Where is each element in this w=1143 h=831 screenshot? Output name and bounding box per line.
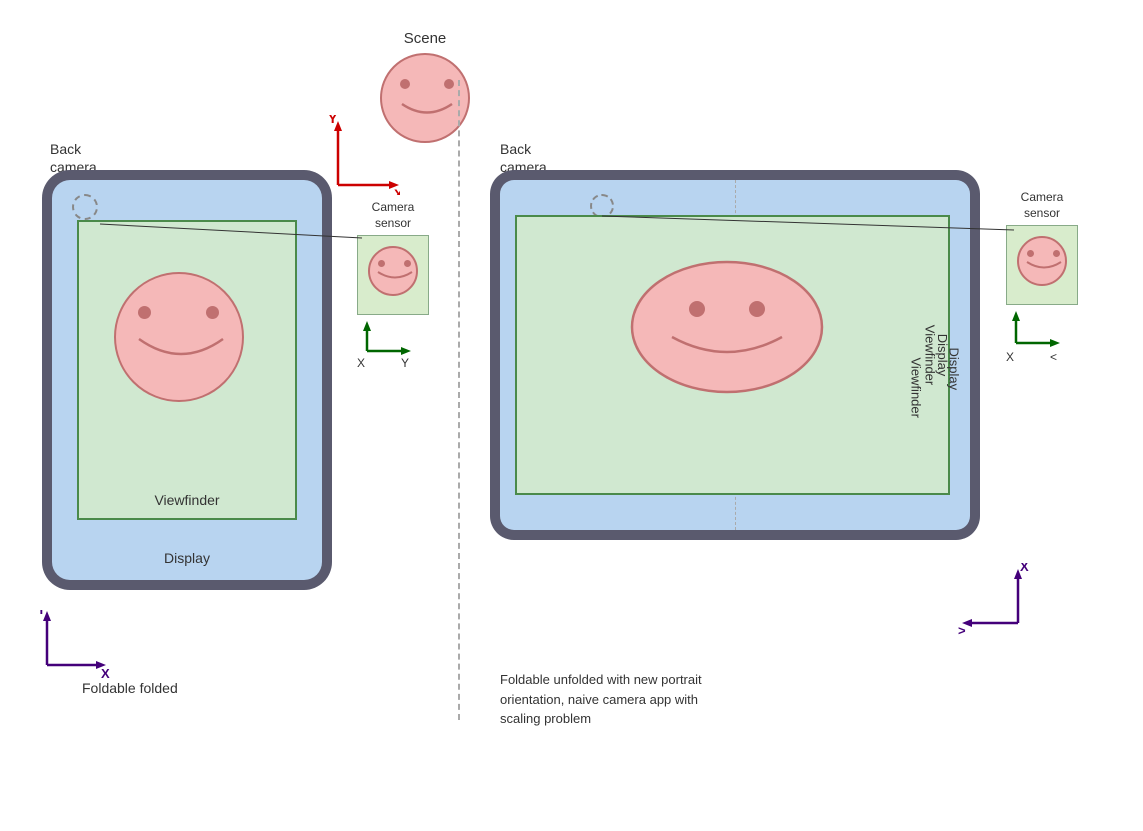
- left-sensor-y-label: Y: [401, 356, 409, 370]
- left-sensor-x-label: X: [357, 356, 365, 370]
- left-sensor-box: [357, 235, 429, 315]
- right-sensor-y-label: <: [1050, 350, 1057, 364]
- right-sensor-smiley: [1017, 236, 1067, 286]
- left-viewfinder-smiley: [114, 272, 244, 402]
- ls-eye-r: [404, 260, 411, 267]
- right-bottom-x-label: X: [1020, 563, 1029, 574]
- top-x-label: X: [394, 186, 400, 195]
- right-device-area: Back camera: [490, 170, 980, 540]
- left-phone-screen: Viewfinder Display: [52, 180, 322, 580]
- right-viewfinder-rotated-label: Viewfinder: [909, 358, 924, 418]
- left-phone-outer: Viewfinder Display: [42, 170, 332, 590]
- top-y-label: Y: [328, 115, 338, 126]
- right-sensor-axes: < X: [1006, 311, 1078, 371]
- right-bottom-y-label: >: [958, 623, 966, 638]
- right-camera-sensor-label: Camera sensor: [1006, 190, 1078, 221]
- left-viewfinder-label: Viewfinder: [154, 492, 219, 508]
- rs-eye-r: [1053, 250, 1060, 257]
- left-smiley-eye-left: [138, 306, 151, 319]
- left-sensor-axes: Y X: [357, 321, 429, 376]
- right-bottom-axes: X >: [958, 563, 1048, 648]
- left-smiley-eye-right: [206, 306, 219, 319]
- divider: [458, 80, 460, 720]
- ls-eye-l: [378, 260, 385, 267]
- right-sensor-box: [1006, 225, 1078, 305]
- smiley-eye-left: [400, 79, 410, 89]
- r-eye-l: [689, 301, 705, 317]
- r-eye-r: [749, 301, 765, 317]
- right-caption: Foldable unfolded with new portrait orie…: [500, 670, 702, 729]
- ls-mouth: [376, 270, 414, 286]
- left-viewfinder: Viewfinder: [77, 220, 297, 520]
- left-camera-sensor-area: Camera sensor Y X: [357, 200, 429, 376]
- left-bottom-y-label: Y: [37, 610, 46, 617]
- left-camera-hole: [72, 194, 98, 220]
- scene-label: Scene: [404, 30, 447, 47]
- left-device-area: Back camera Viewfinder: [42, 170, 332, 590]
- left-caption: Foldable folded: [82, 680, 178, 696]
- rs-mouth: [1025, 260, 1063, 276]
- left-smiley-mouth: [134, 334, 228, 374]
- left-sensor-smiley: [368, 246, 418, 296]
- left-bottom-x-label: X: [101, 666, 110, 681]
- right-sensor-x-label: X: [1006, 350, 1014, 364]
- right-camera-sensor-area: Camera sensor < X: [1006, 190, 1078, 371]
- right-phone-outer: Viewfinder Display: [490, 170, 980, 540]
- right-viewfinder-smiley: [627, 257, 827, 397]
- right-phone-screen: Viewfinder Display: [500, 180, 970, 530]
- left-camera-sensor-label: Camera sensor: [357, 200, 429, 231]
- smiley-eye-right: [444, 79, 454, 89]
- smiley-mouth-scene: [397, 99, 457, 124]
- right-display-rotated-label: Display: [947, 348, 962, 391]
- left-display-label: Display: [164, 550, 210, 566]
- right-viewfinder: Viewfinder: [515, 215, 950, 495]
- rs-eye-l: [1027, 250, 1034, 257]
